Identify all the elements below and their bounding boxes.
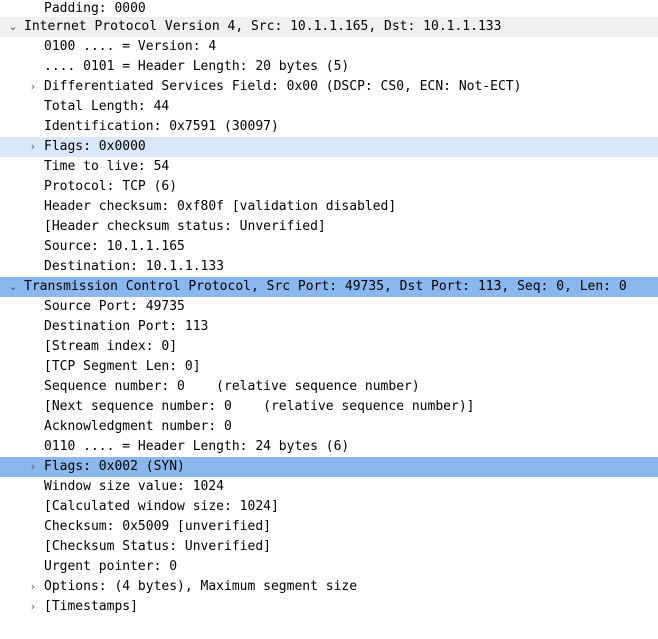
tree-row-label: [Header checksum status: Unverified] [44, 219, 326, 234]
tree-row-tcp-flags[interactable]: › Flags: 0x002 (SYN) [0, 457, 658, 477]
tree-row-label: [Calculated window size: 1024] [44, 499, 279, 514]
tree-row-urgent-pointer[interactable]: Urgent pointer: 0 [0, 557, 658, 577]
packet-details-tree[interactable]: Padding: 0000 ⌄ Internet Protocol Versio… [0, 0, 658, 639]
tree-row-label: Checksum: 0x5009 [unverified] [44, 519, 271, 534]
tree-row-label: Protocol: TCP (6) [44, 179, 178, 194]
tree-row-tcp-segment-len[interactable]: [TCP Segment Len: 0] [0, 357, 658, 377]
tree-row-tcp-header-length[interactable]: 0110 .... = Header Length: 24 bytes (6) [0, 437, 658, 457]
tree-row-label: Acknowledgment number: 0 [44, 419, 232, 434]
tree-row-label: .... 0101 = Header Length: 20 bytes (5) [44, 59, 350, 74]
tree-row-source[interactable]: Source: 10.1.1.165 [0, 237, 658, 257]
tree-row-window-size[interactable]: Window size value: 1024 [0, 477, 658, 497]
tree-row-label: 0100 .... = Version: 4 [44, 39, 217, 54]
tree-row-label: Flags: 0x002 (SYN) [44, 459, 185, 474]
tree-row-ipv4-header[interactable]: ⌄ Internet Protocol Version 4, Src: 10.1… [0, 17, 658, 37]
chevron-down-icon[interactable]: ⌄ [6, 277, 20, 297]
tree-row-checksum[interactable]: Checksum: 0x5009 [unverified] [0, 517, 658, 537]
tree-row-calculated-window-size[interactable]: [Calculated window size: 1024] [0, 497, 658, 517]
tree-row-ip-version[interactable]: 0100 .... = Version: 4 [0, 37, 658, 57]
tree-row-label: Padding: 0000 [44, 1, 146, 16]
tree-row-label: [TCP Segment Len: 0] [44, 359, 201, 374]
tree-row-label: Flags: 0x0000 [44, 139, 146, 154]
chevron-down-icon[interactable]: ⌄ [6, 17, 20, 37]
tree-row-destination-port[interactable]: Destination Port: 113 [0, 317, 658, 337]
tree-row-padding[interactable]: Padding: 0000 [0, 0, 658, 17]
tree-row-total-length[interactable]: Total Length: 44 [0, 97, 658, 117]
tree-row-identification[interactable]: Identification: 0x7591 (30097) [0, 117, 658, 137]
tree-row-header-checksum[interactable]: Header checksum: 0xf80f [validation disa… [0, 197, 658, 217]
tree-row-label: Transmission Control Protocol, Src Port:… [24, 279, 627, 294]
tree-row-label: Destination: 10.1.1.133 [44, 259, 225, 274]
tree-row-ip-flags[interactable]: › Flags: 0x0000 [0, 137, 658, 157]
chevron-right-icon[interactable]: › [26, 77, 40, 97]
tree-row-source-port[interactable]: Source Port: 49735 [0, 297, 658, 317]
tree-row-protocol[interactable]: Protocol: TCP (6) [0, 177, 658, 197]
tree-row-label: Identification: 0x7591 (30097) [44, 119, 279, 134]
tree-row-label: Internet Protocol Version 4, Src: 10.1.1… [24, 19, 502, 34]
tree-row-label: [Timestamps] [44, 599, 138, 614]
tree-row-label: Differentiated Services Field: 0x00 (DSC… [44, 79, 522, 94]
tree-row-label: Header checksum: 0xf80f [validation disa… [44, 199, 397, 214]
tree-row-label: Destination Port: 113 [44, 319, 209, 334]
chevron-right-icon[interactable]: › [26, 137, 40, 157]
tree-row-label: Source: 10.1.1.165 [44, 239, 185, 254]
tree-row-sequence-number[interactable]: Sequence number: 0 (relative sequence nu… [0, 377, 658, 397]
chevron-right-icon[interactable]: › [26, 577, 40, 597]
tree-row-label: [Next sequence number: 0 (relative seque… [44, 399, 475, 414]
tree-row-label: [Checksum Status: Unverified] [44, 539, 271, 554]
tree-row-label: Urgent pointer: 0 [44, 559, 178, 574]
tree-row-checksum-status[interactable]: [Checksum Status: Unverified] [0, 537, 658, 557]
tree-row-dsfield[interactable]: › Differentiated Services Field: 0x00 (D… [0, 77, 658, 97]
tree-row-label: [Stream index: 0] [44, 339, 178, 354]
chevron-right-icon[interactable]: › [26, 597, 40, 617]
tree-row-ip-header-length[interactable]: .... 0101 = Header Length: 20 bytes (5) [0, 57, 658, 77]
tree-row-label: 0110 .... = Header Length: 24 bytes (6) [44, 439, 350, 454]
tree-row-label: Time to live: 54 [44, 159, 170, 174]
tree-row-ttl[interactable]: Time to live: 54 [0, 157, 658, 177]
tree-row-next-sequence-number[interactable]: [Next sequence number: 0 (relative seque… [0, 397, 658, 417]
tree-row-stream-index[interactable]: [Stream index: 0] [0, 337, 658, 357]
tree-row-destination[interactable]: Destination: 10.1.1.133 [0, 257, 658, 277]
tree-row-timestamps[interactable]: › [Timestamps] [0, 597, 658, 617]
tree-row-label: Total Length: 44 [44, 99, 170, 114]
tree-row-acknowledgment-number[interactable]: Acknowledgment number: 0 [0, 417, 658, 437]
tree-row-tcp-header[interactable]: ⌄ Transmission Control Protocol, Src Por… [0, 277, 658, 297]
tree-row-label: Window size value: 1024 [44, 479, 225, 494]
chevron-right-icon[interactable]: › [26, 457, 40, 477]
tree-row-label: Sequence number: 0 (relative sequence nu… [44, 379, 420, 394]
tree-row-header-checksum-status[interactable]: [Header checksum status: Unverified] [0, 217, 658, 237]
tree-row-label: Options: (4 bytes), Maximum segment size [44, 579, 358, 594]
tree-row-label: Source Port: 49735 [44, 299, 185, 314]
tree-row-options[interactable]: › Options: (4 bytes), Maximum segment si… [0, 577, 658, 597]
